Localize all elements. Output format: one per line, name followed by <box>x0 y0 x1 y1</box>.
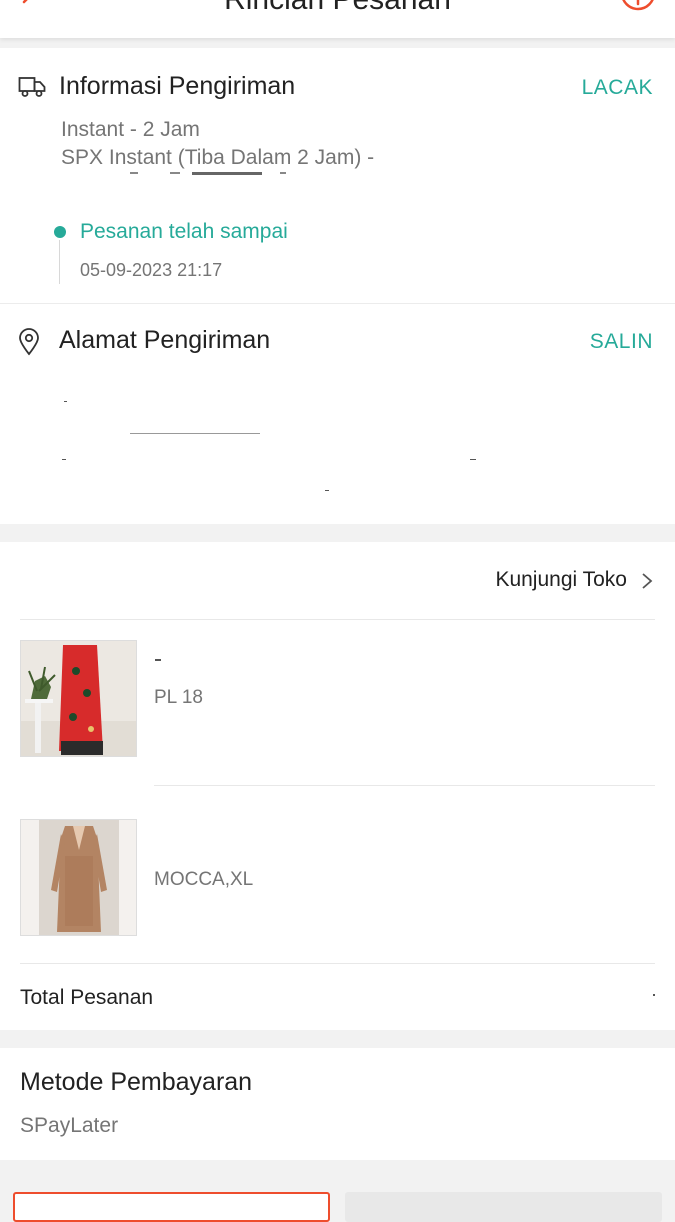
payment-method-title: Metode Pembayaran <box>20 1068 253 1096</box>
product-variant: MOCCA,XL <box>154 869 254 890</box>
redacted-product-name <box>155 659 161 661</box>
truck-icon <box>18 77 46 97</box>
order-total-label: Total Pesanan <box>20 986 154 1009</box>
status-dot <box>54 226 66 238</box>
shipping-address-card: Alamat Pengiriman SALIN <box>0 304 675 524</box>
redacted-total-amount <box>653 994 655 996</box>
divider <box>20 963 655 964</box>
shipping-info-title: Informasi Pengiriman <box>59 72 296 100</box>
chevron-right-icon[interactable] <box>641 572 653 590</box>
product-image-skirt[interactable] <box>20 640 137 757</box>
track-button[interactable]: LACAK <box>582 76 653 100</box>
redacted-address-fragment <box>325 490 329 491</box>
divider <box>20 619 655 620</box>
redacted-address-fragment <box>64 401 67 402</box>
app-header: Rincian Pesanan <box>0 0 675 38</box>
shipping-service: Instant - 2 Jam <box>61 118 200 141</box>
redacted-address-fragment <box>130 433 260 434</box>
payment-method-value: SPayLater <box>20 1114 119 1137</box>
product-variant: PL 18 <box>154 687 203 708</box>
divider <box>154 785 655 786</box>
shop-order-card: Kunjungi Toko PL 18 MOCCA,XL Total Pesan… <box>0 542 675 1030</box>
primary-action-button[interactable] <box>345 1192 662 1222</box>
location-pin-icon <box>19 328 39 356</box>
timeline-line <box>59 240 60 284</box>
redacted-address-fragment <box>62 459 66 460</box>
secondary-action-button[interactable] <box>13 1192 330 1222</box>
delivery-status: Pesanan telah sampai <box>80 220 288 243</box>
redacted-tracking-number <box>130 172 286 175</box>
visit-shop-link[interactable]: Kunjungi Toko <box>495 568 627 592</box>
help-circle-icon[interactable] <box>619 0 657 12</box>
page-title: Rincian Pesanan <box>0 0 675 17</box>
payment-method-card: Metode Pembayaran SPayLater <box>0 1048 675 1160</box>
product-image-dress[interactable] <box>20 819 137 936</box>
shipping-info-card: Informasi Pengiriman LACAK Instant - 2 J… <box>0 48 675 304</box>
shipping-address-title: Alamat Pengiriman <box>59 326 271 354</box>
copy-address-button[interactable]: SALIN <box>590 330 653 354</box>
delivery-time: 05-09-2023 21:17 <box>80 260 223 280</box>
redacted-address-fragment <box>470 459 476 460</box>
courier-name: SPX Instant (Tiba Dalam 2 Jam) - <box>61 146 375 169</box>
